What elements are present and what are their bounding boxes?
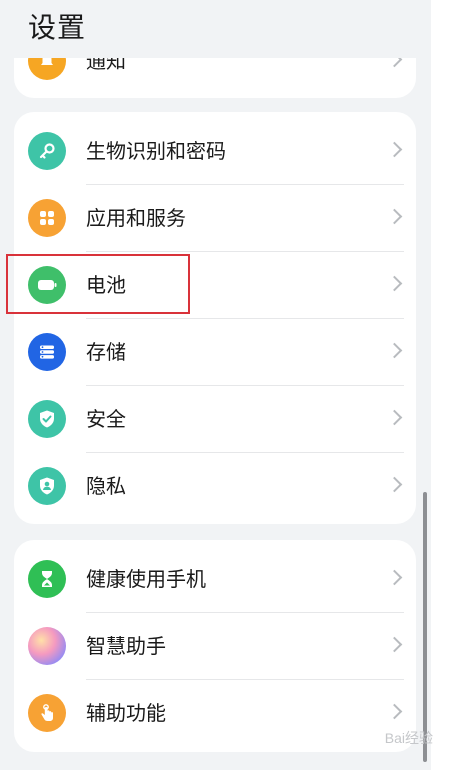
chevron-right-icon xyxy=(386,208,403,225)
settings-row-accessibility[interactable]: 辅助功能 xyxy=(14,680,416,747)
row-label: 存储 xyxy=(86,340,126,364)
settings-group-2: 健康使用手机 智慧助手 辅助功能 xyxy=(14,540,416,752)
apps-grid-icon xyxy=(28,199,66,237)
key-icon xyxy=(28,132,66,170)
settings-row-storage[interactable]: 存储 xyxy=(14,319,416,386)
right-edge-strip xyxy=(431,0,463,770)
notification-icon xyxy=(28,58,66,80)
row-label: 辅助功能 xyxy=(86,701,166,725)
privacy-icon xyxy=(28,467,66,505)
chevron-right-icon xyxy=(386,58,403,68)
chevron-right-icon xyxy=(386,569,403,586)
chevron-right-icon xyxy=(386,703,403,720)
settings-row-privacy[interactable]: 隐私 xyxy=(14,453,416,520)
chevron-right-icon xyxy=(386,342,403,359)
hand-icon xyxy=(28,694,66,732)
settings-row-biometrics[interactable]: 生物识别和密码 xyxy=(14,118,416,185)
row-label: 通知 xyxy=(86,58,126,73)
shield-icon xyxy=(28,400,66,438)
settings-group-1: 生物识别和密码 应用和服务 电池 存储 安全 隐私 xyxy=(14,112,416,524)
settings-row-assistant[interactable]: 智慧助手 xyxy=(14,613,416,680)
row-label: 智慧助手 xyxy=(86,634,166,658)
row-label: 应用和服务 xyxy=(86,206,186,230)
assistant-icon xyxy=(28,627,66,665)
page-title: 设置 xyxy=(28,11,87,44)
watermark: Bai经验 xyxy=(384,730,433,746)
settings-row-notifications[interactable]: 通知 xyxy=(14,58,416,95)
row-label: 安全 xyxy=(86,407,126,431)
settings-row-digital-balance[interactable]: 健康使用手机 xyxy=(14,546,416,613)
chevron-right-icon xyxy=(386,141,403,158)
settings-row-security[interactable]: 安全 xyxy=(14,386,416,453)
chevron-right-icon xyxy=(386,636,403,653)
chevron-right-icon xyxy=(386,275,403,292)
settings-row-apps-services[interactable]: 应用和服务 xyxy=(14,185,416,252)
row-label: 隐私 xyxy=(86,474,126,498)
notifications-card: 通知 xyxy=(14,58,416,98)
row-label: 健康使用手机 xyxy=(86,567,206,591)
battery-highlight-box xyxy=(6,254,190,314)
scrollbar[interactable] xyxy=(423,492,427,762)
storage-icon xyxy=(28,333,66,371)
row-label: 生物识别和密码 xyxy=(86,139,226,163)
chevron-right-icon xyxy=(386,476,403,493)
chevron-right-icon xyxy=(386,409,403,426)
hourglass-icon xyxy=(28,560,66,598)
